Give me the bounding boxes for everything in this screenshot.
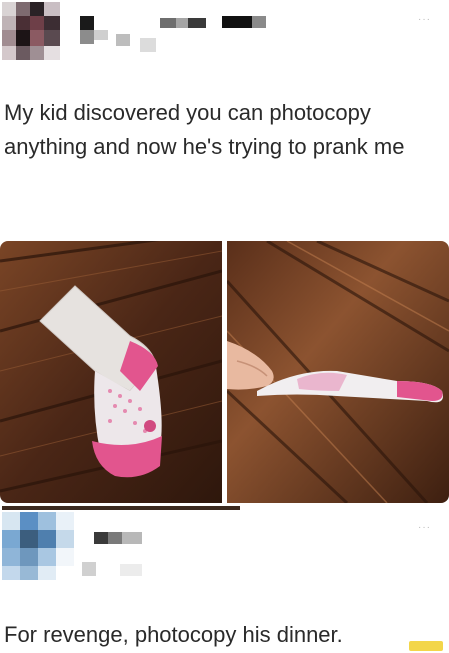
post1-header: ··· [0,0,449,62]
watermark-logo [409,641,443,651]
photo-sock[interactable] [0,241,222,503]
sock-photo-illustration [0,241,222,503]
avatar[interactable] [2,512,76,580]
photocopy-photo-illustration [227,241,449,503]
divider-bar [2,506,240,510]
post-text: My kid discovered you can photocopy anyt… [4,100,405,159]
user-name-blurred[interactable] [82,524,202,580]
more-options-icon[interactable]: ··· [418,14,431,25]
avatar[interactable] [2,2,62,60]
user-name-blurred[interactable] [76,12,306,52]
post-text: For revenge, photocopy his dinner. [4,622,343,647]
photo-photocopy[interactable] [227,241,449,503]
more-options-icon[interactable]: ··· [418,522,431,533]
